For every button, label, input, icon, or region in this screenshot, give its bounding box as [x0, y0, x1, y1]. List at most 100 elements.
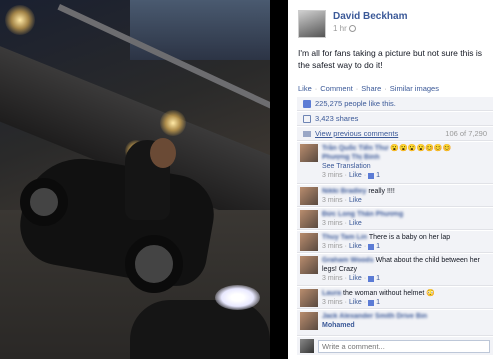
post-time-text[interactable]: 1 hr: [333, 24, 347, 33]
tagged-name[interactable]: Phượng Thị Bình: [322, 154, 379, 161]
post-time: 1 hr: [333, 24, 407, 33]
like-link[interactable]: Like: [298, 84, 312, 93]
comment-body: Jack Alexander Smith Drive Bin Mohamed: [322, 312, 490, 333]
photo-wheel: [20, 178, 68, 226]
view-previous-label[interactable]: View previous comments: [315, 129, 398, 138]
photo-headlight: [215, 285, 260, 310]
comment-like-link[interactable]: Like: [349, 298, 362, 307]
comment-time[interactable]: 3 mins: [322, 242, 343, 251]
commenter-avatar[interactable]: [300, 289, 318, 307]
commenter-name[interactable]: Laura: [322, 290, 341, 297]
comment-item: Nikki Bradley really !!!! 3 mins · Like: [297, 185, 493, 207]
comment-text[interactable]: Mohamed: [322, 322, 355, 329]
commenter-name[interactable]: Nikki Bradley: [322, 188, 366, 195]
comment-meta: 3 mins · Like · 1: [322, 171, 381, 180]
photo-wheel: [125, 235, 183, 293]
like-thumb-icon: [368, 275, 375, 282]
photo-street-light: [160, 110, 186, 136]
comment-like-count[interactable]: 1: [376, 298, 380, 307]
photo-street-light: [5, 5, 35, 35]
comment-body: Nikki Bradley really !!!! 3 mins · Like: [322, 187, 490, 204]
comment-body: Trần Quốc Tiến Thư 😮😮😮😮😊😊😊 Phượng Thị Bì…: [322, 144, 490, 181]
commenter-avatar[interactable]: [300, 210, 318, 228]
current-user-avatar: [300, 339, 314, 353]
similar-images-link[interactable]: Similar images: [390, 84, 439, 93]
comment-like-link[interactable]: Like: [349, 219, 362, 228]
comment-body: Thuy Tam Lin There is a baby on her lap …: [322, 233, 490, 250]
like-thumb-icon: [368, 299, 375, 306]
post-author: David Beckham 1 hr: [298, 10, 407, 38]
share-link[interactable]: Share: [361, 84, 381, 93]
comment-body: Đức Long Thân Phương 3 mins · Like: [322, 210, 490, 227]
comment-text: really !!!!: [368, 188, 395, 195]
comment-text: 😮😮😮😮😊😊😊: [390, 145, 452, 152]
photo-rider-head: [150, 138, 176, 168]
comment-body: Graham Woods What about the child betwee…: [322, 256, 490, 283]
comment-time[interactable]: 3 mins: [322, 196, 343, 205]
post-text: I'm all for fans taking a picture but no…: [298, 48, 482, 70]
comment-meta: 3 mins · Like: [322, 196, 362, 205]
separator: ·: [355, 84, 359, 93]
comment-input[interactable]: [318, 339, 490, 353]
shares-count[interactable]: 3,423 shares: [315, 114, 358, 123]
globe-icon: [348, 25, 356, 32]
commenter-name[interactable]: Jack Alexander Smith Drive Bin: [322, 313, 427, 320]
comment-meta: 3 mins · Like: [322, 219, 362, 228]
author-name[interactable]: David Beckham: [333, 11, 407, 22]
comment-time[interactable]: 3 mins: [322, 171, 343, 180]
likes-count[interactable]: 225,275 people like this.: [315, 99, 396, 108]
view-previous-link[interactable]: View previous comments: [303, 129, 398, 138]
comment-time[interactable]: 3 mins: [322, 274, 343, 283]
author-meta: David Beckham 1 hr: [333, 10, 407, 38]
separator: ·: [314, 84, 318, 93]
author-avatar[interactable]: [298, 10, 326, 38]
commenter-name[interactable]: Trần Quốc Tiến Thư: [322, 145, 388, 152]
comment-time[interactable]: 3 mins: [322, 219, 343, 228]
comment-text: There is a baby on her lap: [368, 234, 451, 241]
comment-meta: 3 mins · Like · 1: [322, 242, 381, 251]
photo-foreground-bike: [130, 300, 270, 359]
commenter-avatar[interactable]: [300, 312, 318, 330]
commenter-avatar[interactable]: [300, 256, 318, 274]
see-translation-link[interactable]: See Translation: [322, 162, 490, 171]
comment-text: the woman without helmet 😳: [343, 290, 435, 297]
comment-meta: 3 mins · Like · 1: [322, 298, 381, 307]
photo-separator: [270, 0, 288, 359]
comment-count: 106 of 7,290: [445, 129, 487, 138]
commenter-name[interactable]: Đức Long Thân Phương: [322, 211, 403, 218]
like-thumb-icon: [368, 172, 375, 179]
comment-item: Trần Quốc Tiến Thư 😮😮😮😮😊😊😊 Phượng Thị Bì…: [297, 142, 493, 184]
comment-item: Thuy Tam Lin There is a baby on her lap …: [297, 231, 493, 253]
write-comment-box: [297, 337, 493, 355]
comment-like-count[interactable]: 1: [376, 171, 380, 180]
comment-item: Graham Woods What about the child betwee…: [297, 254, 493, 286]
post-photo[interactable]: [0, 0, 270, 359]
comment-like-link[interactable]: Like: [349, 196, 362, 205]
comment-time[interactable]: 3 mins: [322, 298, 343, 307]
comment-body: Laura the woman without helmet 😳 3 mins …: [322, 289, 490, 306]
commenter-avatar[interactable]: [300, 144, 318, 162]
previous-comments-bar: View previous comments 106 of 7,290: [297, 127, 493, 141]
commenter-avatar[interactable]: [300, 187, 318, 205]
shares-summary: 3,423 shares: [297, 112, 493, 126]
like-thumb-icon: [303, 99, 311, 108]
commenter-name[interactable]: Thuy Tam Lin: [322, 234, 367, 241]
comment-like-count[interactable]: 1: [376, 242, 380, 251]
comments-icon: [303, 130, 311, 137]
comment-item: Laura the woman without helmet 😳 3 mins …: [297, 287, 493, 309]
share-icon: [303, 114, 311, 123]
likes-summary: 225,275 people like this.: [297, 97, 493, 111]
like-thumb-icon: [368, 243, 375, 250]
comment-like-link[interactable]: Like: [349, 274, 362, 283]
separator: ·: [384, 84, 387, 93]
comment-item: Jack Alexander Smith Drive Bin Mohamed: [297, 310, 493, 336]
post-actions: Like · Comment · Share · Similar images: [298, 84, 439, 93]
comment-item: Đức Long Thân Phương 3 mins · Like: [297, 208, 493, 230]
commenter-name[interactable]: Graham Woods: [322, 257, 374, 264]
commenter-avatar[interactable]: [300, 233, 318, 251]
comment-like-link[interactable]: Like: [349, 242, 362, 251]
comment-meta: 3 mins · Like · 1: [322, 274, 381, 283]
comment-link[interactable]: Comment: [320, 84, 353, 93]
comment-like-link[interactable]: Like: [349, 171, 362, 180]
comment-like-count[interactable]: 1: [376, 274, 380, 283]
